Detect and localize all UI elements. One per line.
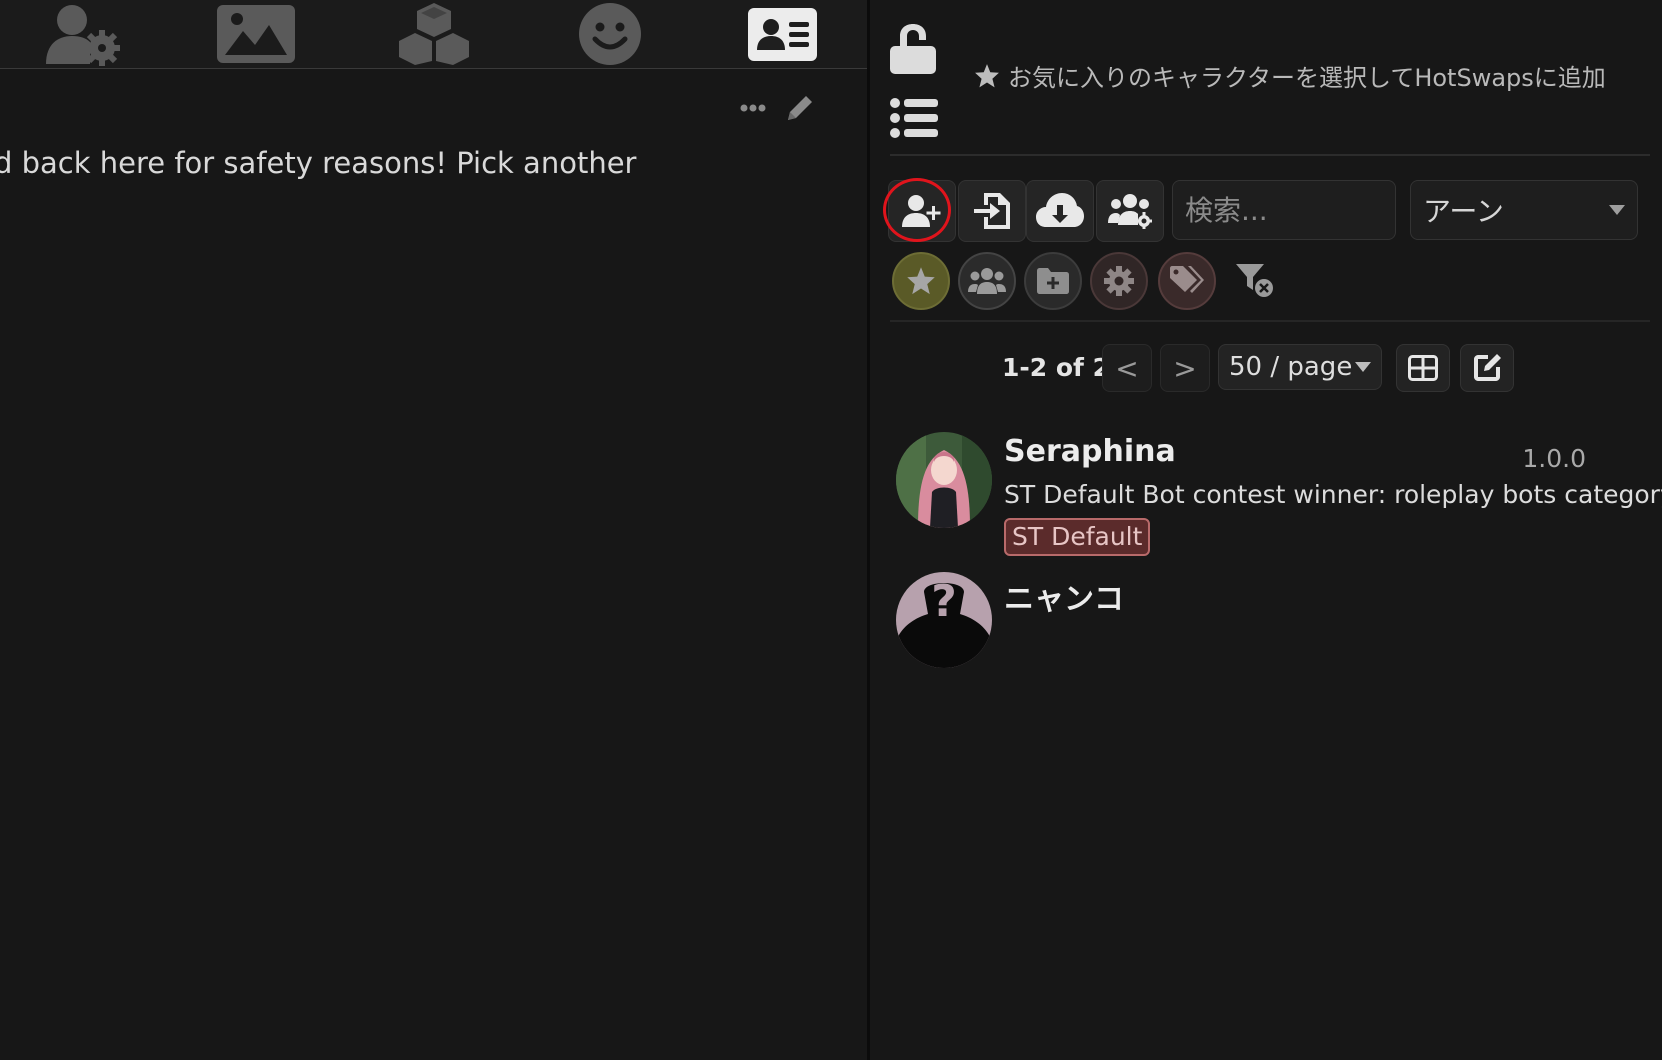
folders-filter[interactable] <box>1024 252 1082 310</box>
sort-select-value: アーン <box>1423 195 1504 228</box>
avatar: ? <box>896 572 992 668</box>
list-icon[interactable] <box>890 98 938 138</box>
file-import-icon <box>972 191 1012 231</box>
cubes-icon[interactable] <box>392 0 476 68</box>
character-item[interactable]: ? ニャンコ <box>896 572 1632 672</box>
svg-text:?: ? <box>931 576 957 627</box>
users-icon <box>968 267 1006 295</box>
hotswaps-hint-text: お気に入りのキャラクターを選択してHotSwapsに追加 <box>1008 64 1606 92</box>
tags-filter[interactable] <box>1158 252 1216 310</box>
next-page-button[interactable]: > <box>1160 344 1210 392</box>
hotswaps-hint: お気に入りのキャラクターを選択してHotSwapsに追加 <box>974 58 1606 93</box>
import-file-button[interactable] <box>958 180 1026 242</box>
user-plus-icon <box>902 194 942 228</box>
table-grid-icon <box>1408 355 1438 381</box>
search-input[interactable] <box>1172 180 1396 240</box>
star-icon <box>974 63 1000 89</box>
character-item[interactable]: Seraphina 1.0.0 ST Default Bot contest w… <box>896 432 1662 556</box>
lock-open-icon[interactable] <box>890 24 936 74</box>
favorites-filter[interactable] <box>892 252 950 310</box>
gear-icon <box>1103 265 1135 297</box>
caret-down-icon <box>1609 205 1625 215</box>
create-group-button[interactable] <box>1096 180 1164 242</box>
groups-filter[interactable] <box>958 252 1016 310</box>
caret-down-icon <box>1355 362 1371 372</box>
character-name: ニャンコ <box>1004 582 1124 617</box>
image-icon[interactable] <box>214 0 298 68</box>
sort-select[interactable]: アーン <box>1410 180 1638 240</box>
separator <box>890 154 1650 156</box>
address-card-icon[interactable] <box>748 8 817 61</box>
user-settings-icon[interactable] <box>40 0 124 68</box>
character-version: 1.0.0 <box>1522 444 1586 473</box>
separator <box>890 320 1650 322</box>
cloud-download-icon <box>1036 193 1084 229</box>
external-import-button[interactable] <box>1026 180 1094 242</box>
star-icon <box>906 266 936 296</box>
users-gear-icon <box>1108 193 1152 229</box>
page-size-value: 50 / page <box>1229 352 1353 382</box>
more-options-icon[interactable] <box>740 104 766 112</box>
settings-filter[interactable] <box>1090 252 1148 310</box>
message-text: d back here for safety reasons! Pick ano… <box>0 146 637 180</box>
character-name: Seraphina <box>1004 434 1176 469</box>
avatar <box>896 432 992 528</box>
edit-icon <box>1472 353 1502 383</box>
page-size-select[interactable]: 50 / page <box>1218 344 1382 390</box>
grid-view-button[interactable] <box>1396 344 1450 392</box>
character-tag[interactable]: ST Default <box>1004 518 1151 556</box>
message-tools <box>740 92 816 124</box>
character-panel: お気に入りのキャラクターを選択してHotSwapsに追加 アーン <box>870 0 1662 1060</box>
clear-filters-button[interactable] <box>1226 252 1284 310</box>
tags-icon <box>1170 266 1204 296</box>
top-nav-bar <box>0 0 867 69</box>
edit-pencil-icon[interactable] <box>784 92 816 124</box>
pagination-count: 1-2 of 2 <box>1002 352 1111 382</box>
prev-page-button[interactable]: < <box>1102 344 1152 392</box>
filter-clear-icon <box>1236 264 1274 298</box>
folder-plus-icon <box>1037 268 1069 294</box>
character-description: ST Default Bot contest winner: roleplay … <box>1004 480 1662 509</box>
create-character-button[interactable] <box>888 180 956 242</box>
smile-icon[interactable] <box>568 0 652 68</box>
bulk-edit-button[interactable] <box>1460 344 1514 392</box>
